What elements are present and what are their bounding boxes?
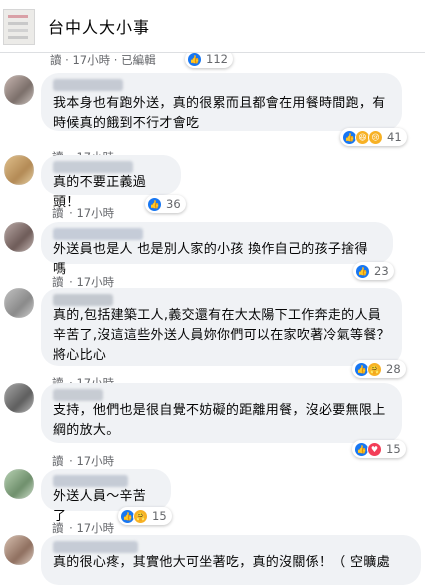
read-label[interactable]: 讀 xyxy=(52,521,64,535)
like-icon: 👍 xyxy=(147,196,162,212)
reaction-count: 36 xyxy=(166,197,181,211)
comment-text: 我本身也有跑外送，真的很累而且都會在用餐時間跑，有時候真的餓到不行才會吃 xyxy=(53,96,386,131)
read-label[interactable]: 讀 xyxy=(52,275,64,289)
reaction-count: 15 xyxy=(386,442,401,456)
group-thumbnail[interactable] xyxy=(3,9,35,45)
comment-bubble: 支持，他們也是很自覺不妨礙的距離用餐，沒必要無限上綱的放大。 xyxy=(41,383,402,443)
previous-comment-meta: 讀 · 17小時 · 已編輯 xyxy=(50,53,156,67)
comment-text: 支持，他們也是很自覺不妨礙的距離用餐，沒必要無限上綱的放大。 xyxy=(53,403,386,438)
comment-meta: 讀 · 17小時 xyxy=(52,206,115,220)
comment-bubble: 外送人員～辛苦了 xyxy=(41,469,171,524)
read-label[interactable]: 讀 xyxy=(52,454,64,468)
commenter-name[interactable] xyxy=(53,389,103,401)
timestamp[interactable]: 17小時 xyxy=(72,53,110,67)
commenter-name[interactable] xyxy=(53,294,113,306)
comment-text: 真的很心疼，其實他大可坐著吃，真的沒關係！（ 空曠處 xyxy=(53,555,390,570)
comment-meta: 讀 · 17小時 xyxy=(52,454,115,468)
reaction-count: 15 xyxy=(152,509,167,523)
avatar[interactable] xyxy=(4,383,34,413)
love-icon: ♥ xyxy=(367,441,382,457)
read-label[interactable]: 讀 xyxy=(50,53,62,67)
reaction-summary[interactable]: 👍 ♥ 15 xyxy=(352,440,406,458)
commenter-name[interactable] xyxy=(53,475,128,487)
comment-bubble: 真的,包括建築工人,義交還有在大太陽下工作奔走的人員辛苦了,沒這這些外送人員妳你… xyxy=(41,288,402,366)
like-icon: 👍 xyxy=(355,263,370,279)
edited-label: 已編輯 xyxy=(121,53,156,67)
avatar[interactable] xyxy=(4,469,34,499)
group-title[interactable]: 台中人大小事 xyxy=(48,14,150,38)
commenter-name[interactable] xyxy=(53,79,123,91)
comment-meta: 讀 · 17小時 xyxy=(52,521,115,535)
timestamp[interactable]: 17小時 xyxy=(76,521,114,535)
commenter-name[interactable] xyxy=(53,228,143,240)
timestamp[interactable]: 17小時 xyxy=(76,206,114,220)
reaction-count: 23 xyxy=(374,264,389,278)
comment-bubble: 真的不要正義過頭！ xyxy=(41,155,181,210)
avatar[interactable] xyxy=(4,155,34,185)
reaction-summary[interactable]: 👍 23 xyxy=(353,262,394,280)
group-header: 台中人大小事 xyxy=(0,0,425,53)
reaction-summary[interactable]: 👍 36 xyxy=(145,195,186,213)
reaction-count: 28 xyxy=(386,362,401,376)
avatar[interactable] xyxy=(4,222,34,252)
comment-bubble: 外送員也是人 也是別人家的小孩 換作自己的孩子捨得嗎 xyxy=(41,222,393,277)
like-icon: 👍 xyxy=(187,51,202,67)
reaction-summary[interactable]: 👍 😆 😢 41 xyxy=(340,128,407,146)
commenter-name[interactable] xyxy=(53,541,138,553)
care-icon: 🤗 xyxy=(367,361,382,377)
timestamp[interactable]: 17小時 xyxy=(76,275,114,289)
reaction-summary[interactable]: 👍 🤗 28 xyxy=(352,360,406,378)
reaction-count: 41 xyxy=(387,130,402,144)
reaction-summary[interactable]: 👍 🤗 15 xyxy=(118,507,172,525)
avatar[interactable] xyxy=(4,75,34,105)
reaction-count: 112 xyxy=(206,52,228,66)
care-icon: 🤗 xyxy=(133,508,148,524)
read-label[interactable]: 讀 xyxy=(52,206,64,220)
comment-bubble: 我本身也有跑外送，真的很累而且都會在用餐時間跑，有時候真的餓到不行才會吃 xyxy=(41,73,402,131)
sad-icon: 😢 xyxy=(368,129,383,145)
comment-bubble: 真的很心疼，其實他大可坐著吃，真的沒關係！（ 空曠處 xyxy=(41,535,421,585)
avatar[interactable] xyxy=(4,288,34,318)
timestamp[interactable]: 17小時 xyxy=(76,454,114,468)
avatar[interactable] xyxy=(4,535,34,565)
commenter-name[interactable] xyxy=(53,161,133,173)
comment-text: 真的,包括建築工人,義交還有在大太陽下工作奔走的人員辛苦了,沒這這些外送人員妳你… xyxy=(53,308,390,363)
